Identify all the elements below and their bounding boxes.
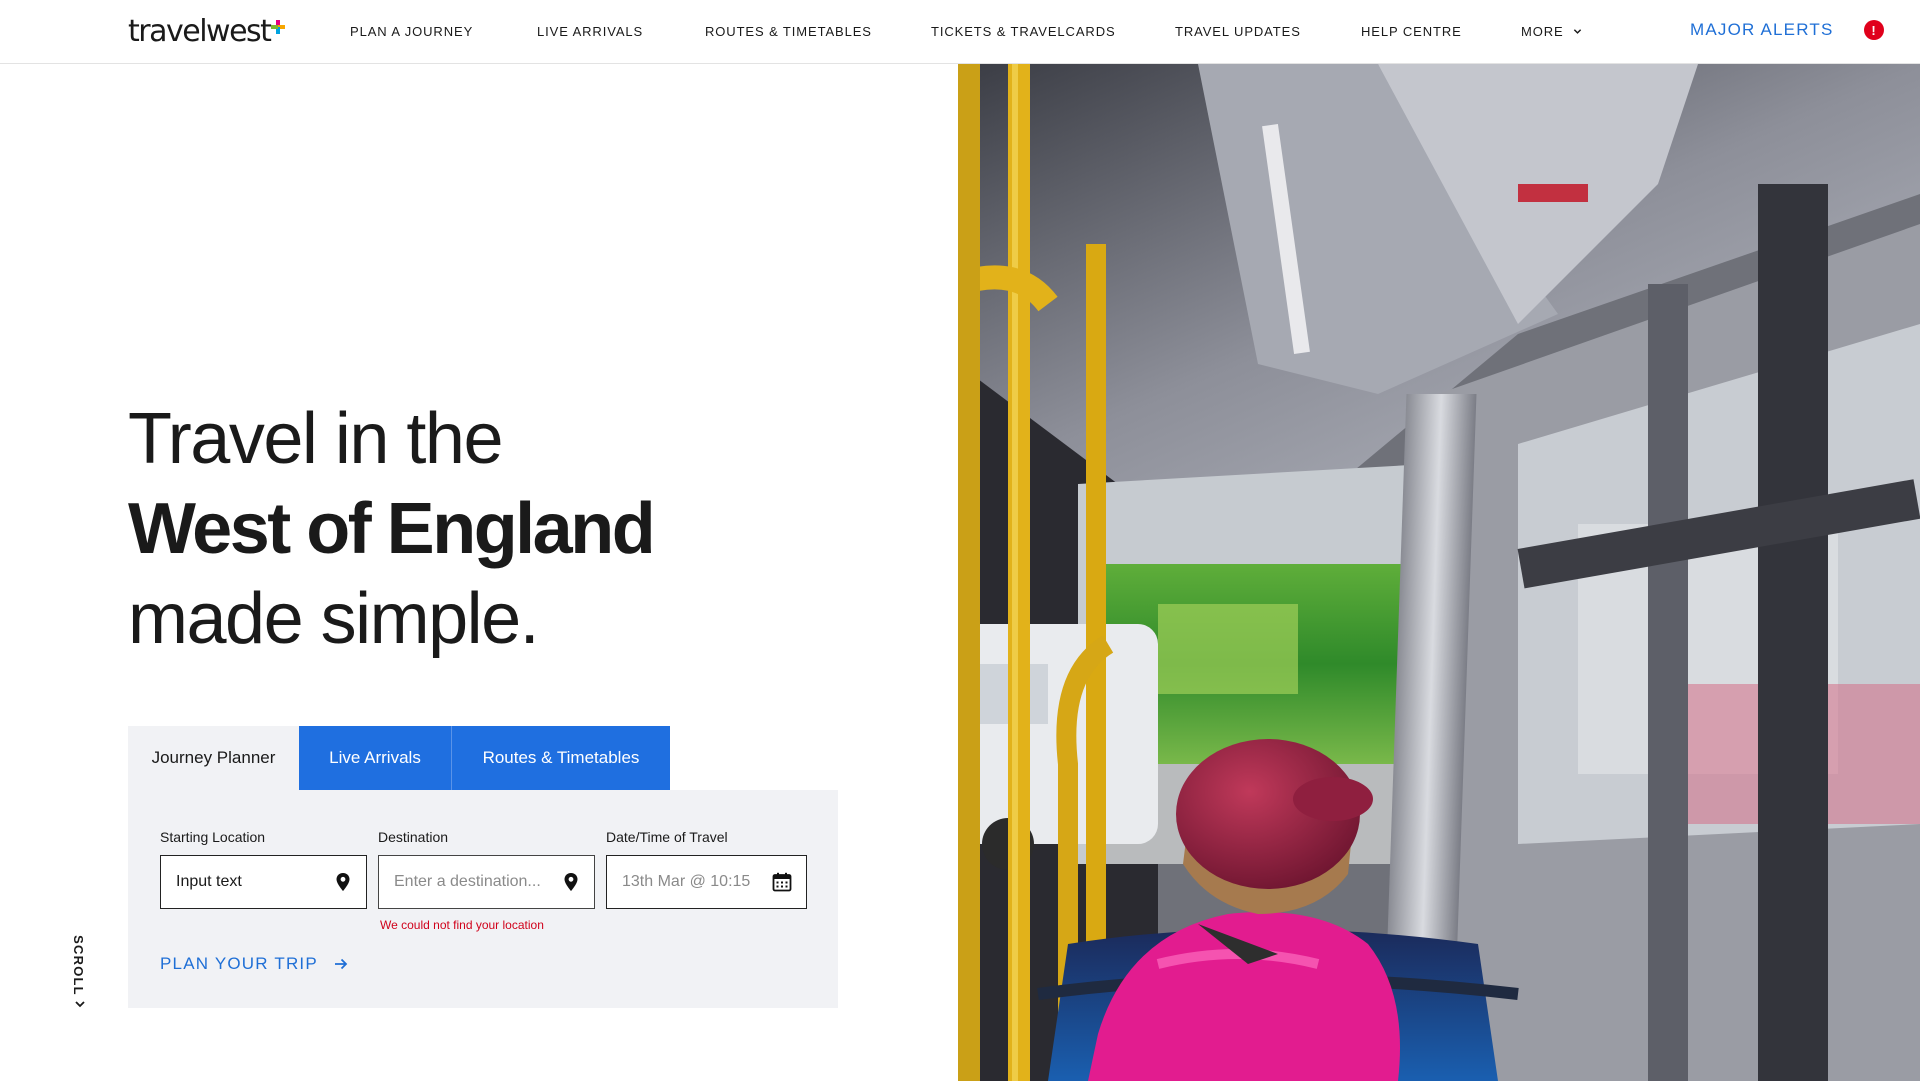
nav-routes-timetables[interactable]: ROUTES & TIMETABLES: [705, 24, 872, 39]
hero-line-1: Travel in the: [128, 399, 504, 479]
destination-box: [378, 855, 595, 909]
map-pin-icon[interactable]: [334, 872, 352, 892]
alert-badge-icon: !: [1863, 20, 1884, 40]
datetime-input[interactable]: [622, 873, 772, 891]
plan-your-trip-button[interactable]: PLAN YOUR TRIP: [160, 954, 348, 974]
datetime-label: Date/Time of Travel: [606, 829, 728, 845]
chevron-down-icon: [75, 1001, 85, 1008]
destination-error-message: We could not find your location: [380, 918, 544, 932]
tab-journey-planner[interactable]: Journey Planner: [128, 726, 299, 790]
major-alerts-label: MAJOR ALERTS: [1690, 20, 1834, 39]
site-header: travelwest PLAN A JOURNEY LIVE ARRIVALS …: [0, 0, 1920, 64]
nav-live-arrivals[interactable]: LIVE ARRIVALS: [537, 24, 643, 39]
nav-travel-updates[interactable]: TRAVEL UPDATES: [1175, 24, 1301, 39]
scroll-indicator[interactable]: SCROLL: [70, 930, 90, 1010]
nav-more-label: MORE: [1521, 24, 1564, 39]
calendar-icon[interactable]: [772, 872, 792, 892]
scroll-label: SCROLL: [70, 935, 86, 996]
starting-location-input[interactable]: [176, 873, 334, 891]
destination-field: Destination We could not find your locat…: [378, 829, 595, 932]
nav-more[interactable]: MORE: [1521, 24, 1582, 39]
plan-your-trip-label: PLAN YOUR TRIP: [160, 954, 318, 973]
datetime-box: [606, 855, 807, 909]
nav-help-centre[interactable]: HELP CENTRE: [1361, 24, 1462, 39]
nav-plan-a-journey[interactable]: PLAN A JOURNEY: [350, 24, 473, 39]
tab-routes-timetables[interactable]: Routes & Timetables: [452, 726, 670, 790]
tab-live-arrivals[interactable]: Live Arrivals: [299, 726, 452, 790]
map-pin-icon[interactable]: [562, 872, 580, 892]
nav-tickets-travelcards[interactable]: TICKETS & TRAVELCARDS: [931, 24, 1116, 39]
starting-location-field: Starting Location: [160, 829, 367, 909]
hero-line-3: made simple.: [128, 579, 540, 659]
datetime-field: Date/Time of Travel: [606, 829, 807, 909]
destination-input[interactable]: [394, 873, 562, 891]
planner-tabs: Journey Planner Live Arrivals Routes & T…: [128, 726, 670, 790]
journey-planner-panel: Starting Location Destination We could n…: [128, 790, 838, 1008]
destination-label: Destination: [378, 829, 449, 845]
starting-location-box: [160, 855, 367, 909]
travelwest-logo[interactable]: travelwest: [128, 14, 286, 50]
hero-heading: Travel in the West of England made simpl…: [128, 394, 656, 664]
bus-interior-image: [958, 64, 1920, 1081]
hero-line-2: West of England: [128, 489, 656, 569]
chevron-down-icon: [1573, 29, 1581, 34]
major-alerts-link[interactable]: MAJOR ALERTS !: [1690, 20, 1884, 40]
starting-location-label: Starting Location: [160, 829, 266, 845]
logo-text: travelwest: [128, 14, 272, 49]
logo-plus-icon: [271, 20, 286, 34]
hero-image: [958, 64, 1920, 1081]
arrow-right-icon: [334, 958, 348, 970]
